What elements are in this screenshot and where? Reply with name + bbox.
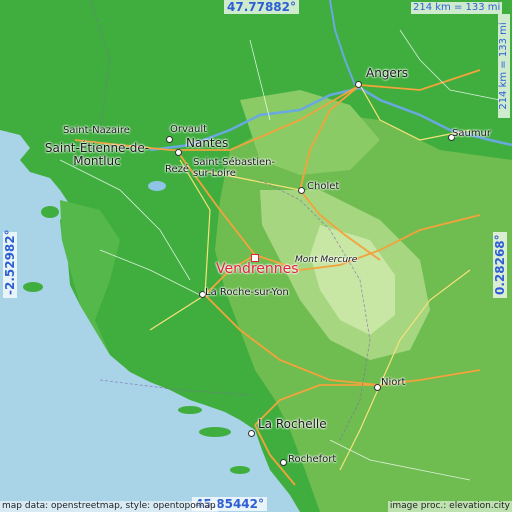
city-label-mont-mercure: Mont Mercure — [295, 255, 358, 265]
saint-sebastien-line-2: sur-Loire — [193, 168, 236, 179]
city-label-la-rochelle: La Rochelle — [258, 417, 327, 431]
lake — [148, 181, 166, 191]
city-label-la-roche-sur-yon: La Roche-sur-Yon — [205, 287, 289, 298]
horizontal-scale-label: 214 km = 133 mi — [411, 2, 503, 14]
city-label-orvault: Orvault — [170, 124, 208, 135]
city-label-rochefort: Rochefort — [288, 454, 337, 465]
niort-marker — [374, 384, 381, 391]
orvault-marker — [166, 136, 173, 143]
la-rochelle-marker — [248, 430, 255, 437]
city-label-saumur: Saumur — [452, 128, 492, 139]
cholet-marker — [298, 187, 305, 194]
map-attribution: map data: openstreetmap, style: opentopo… — [0, 501, 218, 512]
city-label-saint-sebastien: Saint-Sébastien- sur-Loire — [193, 157, 275, 179]
saint-etienne-line-2: Montluc — [73, 154, 121, 168]
vertical-scale-label: 214 km = 133 mi — [498, 14, 510, 118]
city-label-niort: Niort — [381, 377, 406, 388]
angers-marker — [355, 81, 362, 88]
city-label-reze: Rezé — [165, 164, 190, 175]
city-label-nantes: Nantes — [186, 136, 229, 150]
city-label-cholet: Cholet — [307, 181, 340, 192]
rochefort-marker — [280, 459, 287, 466]
left-longitude-label: -2.52982° — [3, 229, 17, 298]
city-label-saint-etienne: Saint-Étienne-de- Montluc — [32, 142, 162, 168]
nantes-marker — [175, 149, 182, 156]
image-processing-attribution: image proc.: elevation.city — [387, 501, 512, 512]
top-latitude-label: 47.77882° — [224, 0, 300, 14]
city-label-saint-nazaire: Saint-Nazaire — [63, 125, 130, 136]
highlight-city-label[interactable]: Vendrennes — [216, 262, 299, 277]
saint-sebastien-line-1: Saint-Sébastien- — [193, 157, 276, 168]
map-view[interactable]: 47.77882° 45.85442° -2.52982° 0.28268° 2… — [0, 0, 512, 512]
city-label-angers: Angers — [366, 66, 408, 80]
right-longitude-label: 0.28268° — [493, 232, 507, 298]
